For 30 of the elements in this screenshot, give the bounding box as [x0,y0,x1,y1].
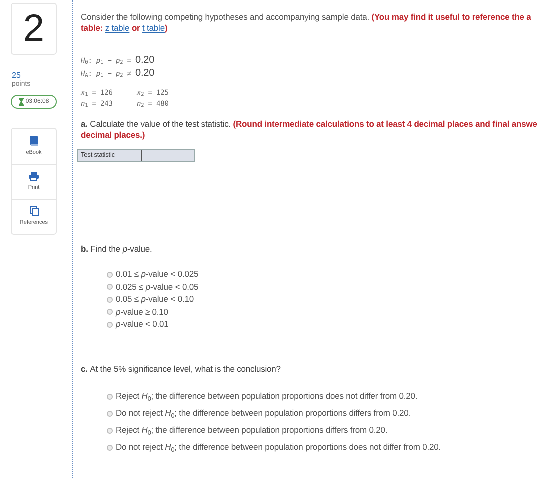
radio-button[interactable] [107,410,113,416]
radio-button[interactable] [107,309,113,315]
copy-icon [30,206,38,216]
radio-button[interactable] [107,296,113,302]
radio-button[interactable] [107,272,113,278]
part-b-prompt: b. Find the p-value. [81,244,154,255]
question-number: 2 [11,3,57,55]
option-text: p-value < 0.01 [116,319,169,330]
part-a-prompt: a. Calculate the value of the test statistic. (Round intermediate calculations to at least 4 decimal places and final answe decimal places.) [81,119,538,141]
radio-button[interactable] [107,394,113,400]
radio-button[interactable] [107,322,113,328]
radio-button[interactable] [107,444,113,450]
option-text: p-value ≥ 0.10 [116,306,168,318]
hourglass-icon [18,98,24,106]
table-link[interactable]: t table [142,23,165,33]
table-link[interactable]: z table [105,23,130,33]
printer-icon [29,172,39,181]
book-icon [30,136,38,146]
option-text: 0.01 ≤ p-value < 0.025 [116,269,199,280]
option-text: 0.025 ≤ p-value < 0.05 [116,282,199,292]
option-text: Do not reject H$_{0}$; the difference between population proportions differs from 0.20. [116,408,412,419]
question-text: Consider the following competing hypotheses and accompanying sample data. (You may find it useful to reference the a table: z table or t table) [81,12,532,34]
option-text: Reject H$_{0}$; the difference between population proportions differs from 0.20. [116,425,388,436]
radio-button[interactable] [107,428,113,434]
option-text: Do not reject H$_{0}$; the difference between population proportions does not differ from 0.20. [116,442,441,453]
option-text: 0.05 ≤ p-value < 0.10 [116,294,194,305]
points-value: 25 [12,71,21,80]
part-c-prompt: c. At the 5% significance level, what is the conclusion? [81,364,282,375]
radio-button[interactable] [107,284,113,290]
option-text: Reject H$_{0}$; the difference between population proportions does not differ from 0.20. [116,391,418,402]
